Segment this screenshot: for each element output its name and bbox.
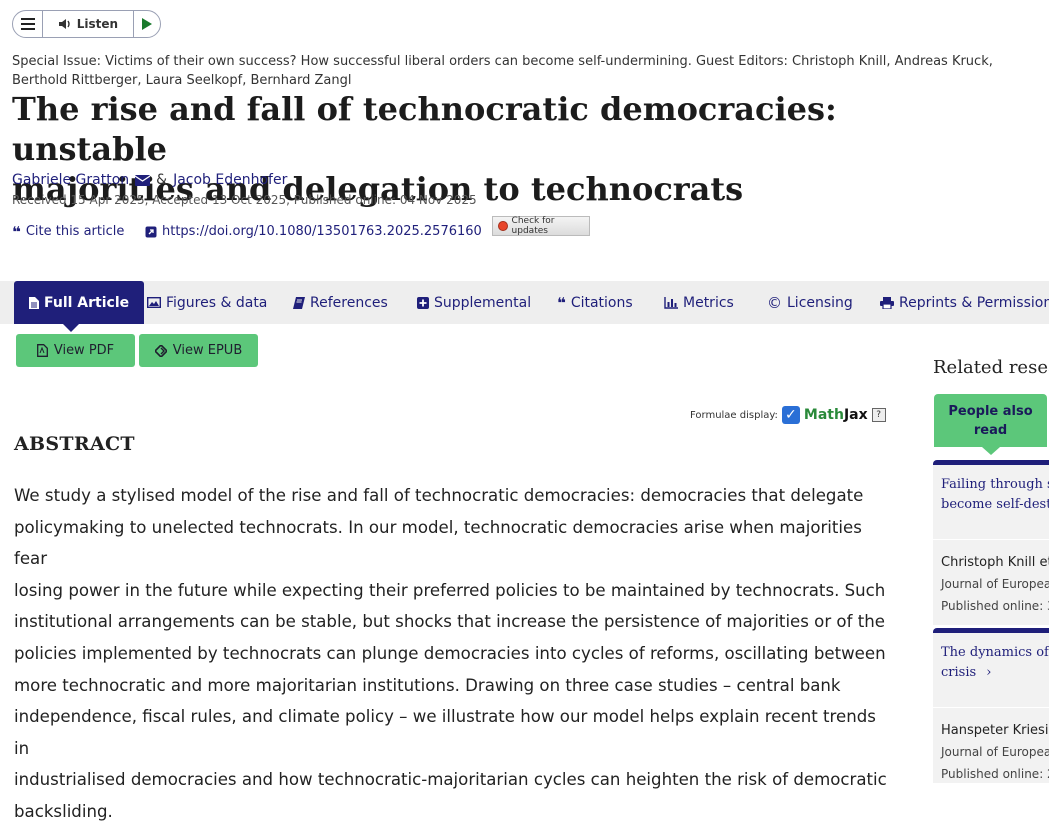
tab-label: Licensing [787, 294, 853, 311]
tab-label: Supplemental [434, 294, 532, 311]
title-line-text: crisis [941, 665, 977, 680]
abstract-heading: ABSTRACT [14, 433, 135, 455]
related-article-author: Christoph Knill et [941, 555, 1049, 570]
tab-figures-data[interactable]: Figures & data [147, 281, 267, 324]
title-line: Failing through su [941, 477, 1049, 492]
play-button[interactable] [134, 11, 160, 37]
abstract-line: policies implemented by technocrats can … [14, 643, 886, 663]
mathjax-logo: MathJax [804, 407, 868, 423]
title-line: The rise and fall of technocratic democr… [12, 90, 837, 168]
tab-label: Full Article [44, 294, 130, 311]
mathjax-math: Math [803, 407, 844, 423]
cite-article-link[interactable]: ❝ Cite this article [12, 224, 124, 239]
tab-references[interactable]: References [293, 281, 388, 324]
title-line: crisis › [941, 663, 1049, 683]
tab-label: Reprints & Permissions [899, 294, 1049, 311]
abstract-line: backsliding. [14, 801, 113, 821]
view-pdf-button[interactable]: View PDF [16, 334, 135, 367]
listen-widget: Listen [12, 10, 161, 38]
speaker-icon [58, 19, 70, 29]
author-link-gratton[interactable]: Gabriele Gratton [12, 172, 129, 188]
listen-label: Listen [76, 17, 119, 31]
abstract-line: policymaking to unelected technocrats. I… [14, 517, 862, 569]
related-research-heading: Related resea [933, 357, 1049, 378]
menu-icon[interactable] [13, 11, 44, 37]
abstract-line: We study a stylised model of the rise an… [14, 486, 864, 505]
play-icon [141, 18, 152, 30]
publication-dates: Received 15 Apr 2025, Accepted 13 Oct 20… [12, 193, 477, 207]
help-icon[interactable]: ? [871, 408, 886, 422]
tab-label: Figures & data [166, 294, 268, 311]
epub-icon [154, 344, 167, 357]
title-line: The dynamics of [941, 645, 1049, 660]
tab-full-article[interactable]: Full Article [14, 281, 145, 324]
related-article-card[interactable]: The dynamics of crisis › Hanspeter Kries… [933, 628, 1049, 783]
chevron-right-icon: › [986, 665, 992, 680]
related-article-date: Published online: 29 [941, 767, 1049, 781]
image-icon [147, 297, 161, 308]
mathjax-jax: Jax [843, 407, 868, 423]
doi-link[interactable]: https://doi.org/10.1080/13501763.2025.25… [145, 224, 482, 239]
tab-metrics[interactable]: Metrics [664, 281, 734, 324]
quote-icon: ❝ [557, 293, 566, 312]
check-for-updates-button[interactable]: Check for updates [492, 216, 590, 236]
cite-label: Cite this article [25, 224, 125, 239]
tab-licensing[interactable]: © Licensing [767, 281, 853, 324]
copyright-icon: © [767, 293, 782, 312]
people-tab-pointer [982, 447, 1000, 455]
crossmark-icon [498, 221, 508, 231]
print-icon [880, 296, 894, 309]
plus-square-icon [417, 296, 429, 309]
tab-label-line: People also [948, 404, 1033, 419]
tab-citations[interactable]: ❝ Citations [557, 281, 633, 324]
title-line: become self-desta [941, 497, 1049, 512]
envelope-icon[interactable] [135, 174, 151, 186]
related-article-title[interactable]: The dynamics of crisis › [933, 633, 1049, 683]
bar-chart-icon [664, 296, 678, 309]
card-divider [933, 707, 1049, 708]
doi-text: https://doi.org/10.1080/13501763.2025.25… [162, 224, 482, 239]
abstract-line: industrialised democracies and how techn… [14, 770, 887, 790]
epub-label: View EPUB [172, 343, 243, 358]
article-tabs: Full Article Figures & data References S… [0, 281, 1049, 324]
related-article-journal: Journal of European [941, 745, 1049, 759]
special-issue-text: Special Issue: Victims of their own succ… [12, 54, 993, 88]
people-also-read-tab[interactable]: People also read [934, 394, 1047, 447]
tab-supplemental[interactable]: Supplemental [417, 281, 531, 324]
related-article-author: Hanspeter Kriesi [941, 723, 1049, 738]
abstract-line: institutional arrangements can be stable… [14, 612, 885, 632]
formulae-label: Formulae display: [690, 409, 778, 421]
active-tab-pointer [63, 324, 79, 332]
mathjax-checkbox[interactable]: ✓ [781, 406, 800, 424]
quote-icon: ❝ [12, 222, 21, 241]
related-article-journal: Journal of European [941, 577, 1049, 591]
related-article-card[interactable]: Failing through su become self-desta Chr… [933, 460, 1049, 625]
abstract-line: independence, fiscal rules, and climate … [14, 707, 876, 758]
formulae-display-control: Formulae display: ✓ MathJax ? [690, 406, 886, 424]
author-list: Gabriele Gratton & Jacob Edenhofer [12, 172, 287, 188]
author-separator: & [156, 172, 168, 188]
author-link-edenhofer[interactable]: Jacob Edenhofer [173, 172, 287, 188]
related-article-title[interactable]: Failing through su become self-desta [933, 465, 1049, 515]
abstract-line: losing power in the future while expecti… [14, 580, 886, 600]
pdf-label: View PDF [53, 343, 115, 358]
related-article-date: Published online: 30 [941, 599, 1049, 613]
abstract-line: more technocratic and more majoritarian … [14, 675, 841, 695]
check-updates-label: Check for updates [511, 216, 555, 236]
tab-label-line: read [973, 423, 1008, 438]
book-icon [293, 296, 305, 309]
external-link-icon [145, 226, 157, 237]
tab-reprints-permissions[interactable]: Reprints & Permissions [880, 281, 1049, 324]
pdf-file-icon [36, 344, 48, 357]
tab-label: References [310, 294, 388, 311]
listen-button[interactable]: Listen [43, 11, 134, 37]
abstract-body: We study a stylised model of the rise an… [14, 480, 894, 828]
tab-label: Metrics [683, 294, 734, 311]
article-title: The rise and fall of technocratic democr… [12, 89, 972, 209]
view-epub-button[interactable]: View EPUB [139, 334, 258, 367]
tab-label: Citations [570, 294, 633, 311]
document-icon [29, 296, 39, 309]
card-divider [933, 539, 1049, 540]
